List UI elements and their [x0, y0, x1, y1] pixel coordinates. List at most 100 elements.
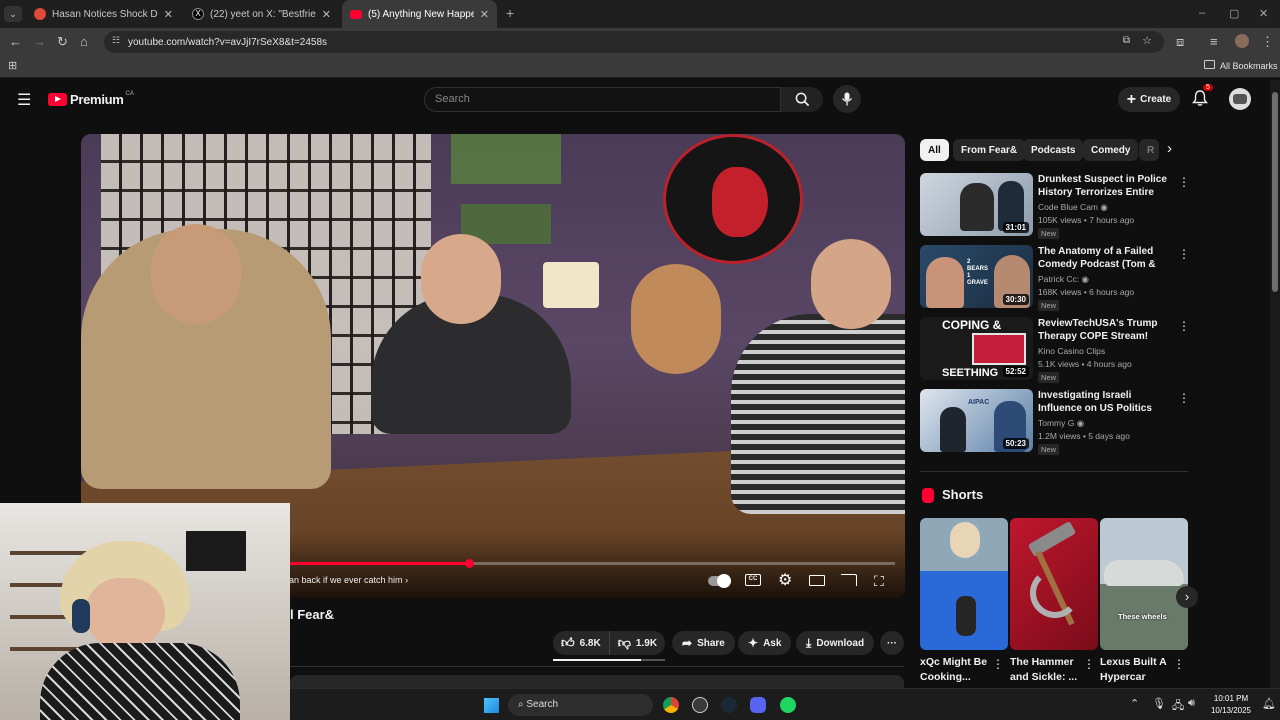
tab-youtube[interactable]: (5) Anything New Happen This ✕: [342, 0, 497, 28]
search-button[interactable]: [781, 87, 823, 112]
short-title[interactable]: The Hammer and Sickle: ...: [1010, 655, 1088, 685]
chip-partial[interactable]: R: [1139, 139, 1159, 161]
close-window-icon[interactable]: ✕: [1259, 7, 1268, 20]
tab-close-icon[interactable]: ✕: [322, 8, 331, 21]
chapter-title[interactable]: an back if we ever catch him ›: [289, 575, 408, 585]
video-title[interactable]: ReviewTechUSA's Trump Therapy COPE Strea…: [1038, 317, 1176, 343]
dislike-button[interactable]: 👎︎ 1.9K: [610, 631, 665, 655]
cast-icon[interactable]: [841, 574, 857, 586]
short-thumbnail[interactable]: [920, 518, 1008, 650]
windows-start-icon[interactable]: [484, 698, 499, 713]
notification-bell-icon[interactable]: 🔔︎: [1262, 697, 1276, 710]
short-thumbnail[interactable]: These wheels: [1100, 518, 1188, 650]
voice-search-button[interactable]: [833, 85, 861, 113]
chip-podcasts[interactable]: Podcasts: [1023, 139, 1084, 161]
video-title[interactable]: The Anatomy of a Failed Comedy Podcast (…: [1038, 245, 1176, 271]
description-box[interactable]: [290, 675, 904, 688]
theater-mode-icon[interactable]: [809, 575, 825, 586]
tab-x-post[interactable]: X (22) yeet on X: "BestfriendKick ✕: [184, 0, 339, 28]
video-thumbnail[interactable]: 31:01: [920, 173, 1033, 236]
hamburger-menu-icon[interactable]: ☰: [17, 90, 31, 110]
captions-icon[interactable]: CC: [745, 574, 761, 586]
short-thumbnail[interactable]: [1010, 518, 1098, 650]
all-bookmarks-link[interactable]: All Bookmarks: [1220, 61, 1278, 71]
volume-icon[interactable]: 🔊︎: [1188, 697, 1195, 710]
account-avatar[interactable]: [1229, 88, 1251, 110]
forward-icon[interactable]: →: [33, 34, 46, 49]
tab-close-icon[interactable]: ✕: [164, 8, 173, 21]
video-title[interactable]: Drunkest Suspect in Police History Terro…: [1038, 173, 1176, 199]
scrollbar-thumb[interactable]: [1272, 92, 1278, 292]
more-vert-icon[interactable]: ⋮: [1173, 657, 1185, 671]
download-button[interactable]: ⤓ Download: [796, 631, 875, 655]
discord-icon[interactable]: [750, 697, 766, 713]
new-tab-button[interactable]: +: [506, 5, 514, 21]
more-vert-icon[interactable]: ⋮: [1178, 175, 1190, 189]
short-title[interactable]: xQc Might Be Cooking...: [920, 655, 998, 685]
recommendation-item[interactable]: AIPAC 50:23 Investigating Israeli Influe…: [920, 389, 1190, 455]
more-actions-button[interactable]: ···: [880, 631, 904, 655]
profile-avatar[interactable]: [1235, 34, 1249, 48]
clock[interactable]: 10:01 PM 10/13/2025: [1206, 693, 1256, 717]
home-icon[interactable]: ⌂: [80, 34, 88, 49]
mic-tray-icon[interactable]: 🎙︎: [1152, 697, 1166, 710]
recommendation-item[interactable]: 2 BEARS 1 GRAVE 30:30 The Anatomy of a F…: [920, 245, 1190, 311]
media-control-icon[interactable]: ≡: [1210, 34, 1218, 49]
network-icon[interactable]: 🖧︎: [1172, 697, 1184, 716]
autoplay-toggle[interactable]: [708, 574, 731, 588]
youtube-logo[interactable]: Premium CA: [48, 91, 134, 107]
minimize-icon[interactable]: –: [1199, 7, 1205, 19]
recommendation-item[interactable]: COPING & SEETHING 52:52 ReviewTechUSA's …: [920, 317, 1190, 383]
notifications-button[interactable]: 5: [1192, 84, 1213, 112]
install-app-icon[interactable]: ⧉: [1123, 35, 1130, 46]
tab-list-button[interactable]: ⌄: [4, 6, 22, 22]
chip-all[interactable]: All: [920, 139, 949, 161]
ask-button[interactable]: ✦ Ask: [738, 631, 792, 655]
taskbar-search[interactable]: ⌕ Search: [508, 694, 653, 716]
chip-from-fear[interactable]: From Fear&: [953, 139, 1026, 161]
chrome-icon[interactable]: [663, 697, 679, 713]
like-button[interactable]: 👍︎ 6.8K: [553, 631, 610, 655]
maximize-icon[interactable]: ▢: [1229, 7, 1239, 20]
share-button[interactable]: ➦ Share: [672, 631, 735, 655]
channel-name[interactable]: Patrick Cc: ◉: [1038, 274, 1089, 285]
obs-icon[interactable]: [692, 697, 708, 713]
channel-name[interactable]: Code Blue Cam ◉: [1038, 202, 1108, 213]
site-info-icon[interactable]: ☷: [112, 35, 120, 46]
chrome-menu-icon[interactable]: ⋮: [1261, 34, 1274, 50]
reload-icon[interactable]: ↻: [57, 34, 68, 50]
more-vert-icon[interactable]: ⋮: [1083, 657, 1095, 671]
chips-next-chevron-icon[interactable]: ›: [1167, 140, 1172, 157]
page-scrollbar[interactable]: [1270, 80, 1280, 688]
settings-gear-icon[interactable]: ⚙: [778, 570, 792, 590]
spotify-icon[interactable]: [780, 697, 796, 713]
video-thumbnail[interactable]: 2 BEARS 1 GRAVE 30:30: [920, 245, 1033, 308]
create-button[interactable]: + Create: [1118, 87, 1180, 112]
tray-overflow-icon[interactable]: ⌃: [1130, 697, 1139, 710]
extensions-icon[interactable]: ⧈: [1176, 34, 1184, 50]
tab-hasan[interactable]: Hasan Notices Shock Dog Colla ✕: [26, 0, 181, 28]
channel-name[interactable]: Kino Casino Clips: [1038, 346, 1105, 356]
video-thumbnail[interactable]: COPING & SEETHING 52:52: [920, 317, 1033, 380]
video-thumbnail[interactable]: AIPAC 50:23: [920, 389, 1033, 452]
progress-scrubber[interactable]: [464, 559, 474, 568]
steam-icon[interactable]: [721, 697, 737, 713]
more-vert-icon[interactable]: ⋮: [1178, 391, 1190, 405]
video-title[interactable]: Investigating Israeli Influence on US Po…: [1038, 389, 1176, 415]
recommendation-item[interactable]: 31:01 Drunkest Suspect in Police History…: [920, 173, 1190, 239]
bookmark-star-icon[interactable]: ☆: [1142, 34, 1152, 47]
search-input[interactable]: Search: [424, 87, 781, 112]
short-title[interactable]: Lexus Built A Hypercar: [1100, 655, 1178, 685]
fullscreen-icon[interactable]: ⛶: [874, 573, 884, 590]
address-bar[interactable]: ☷ youtube.com/watch?v=avJjI7rSeX8&t=2458…: [104, 31, 1164, 53]
back-icon[interactable]: ←: [9, 34, 22, 49]
more-vert-icon[interactable]: ⋮: [1178, 247, 1190, 261]
more-vert-icon[interactable]: ⋮: [1178, 319, 1190, 333]
channel-name[interactable]: Tommy G ◉: [1038, 418, 1084, 429]
channel-name[interactable]: l Fear&: [290, 607, 334, 622]
more-vert-icon[interactable]: ⋮: [992, 657, 1004, 671]
apps-grid-icon[interactable]: ⊞: [8, 59, 17, 72]
shorts-next-button[interactable]: ›: [1176, 586, 1198, 608]
chip-comedy[interactable]: Comedy: [1083, 139, 1139, 161]
tab-close-icon[interactable]: ✕: [480, 8, 489, 21]
